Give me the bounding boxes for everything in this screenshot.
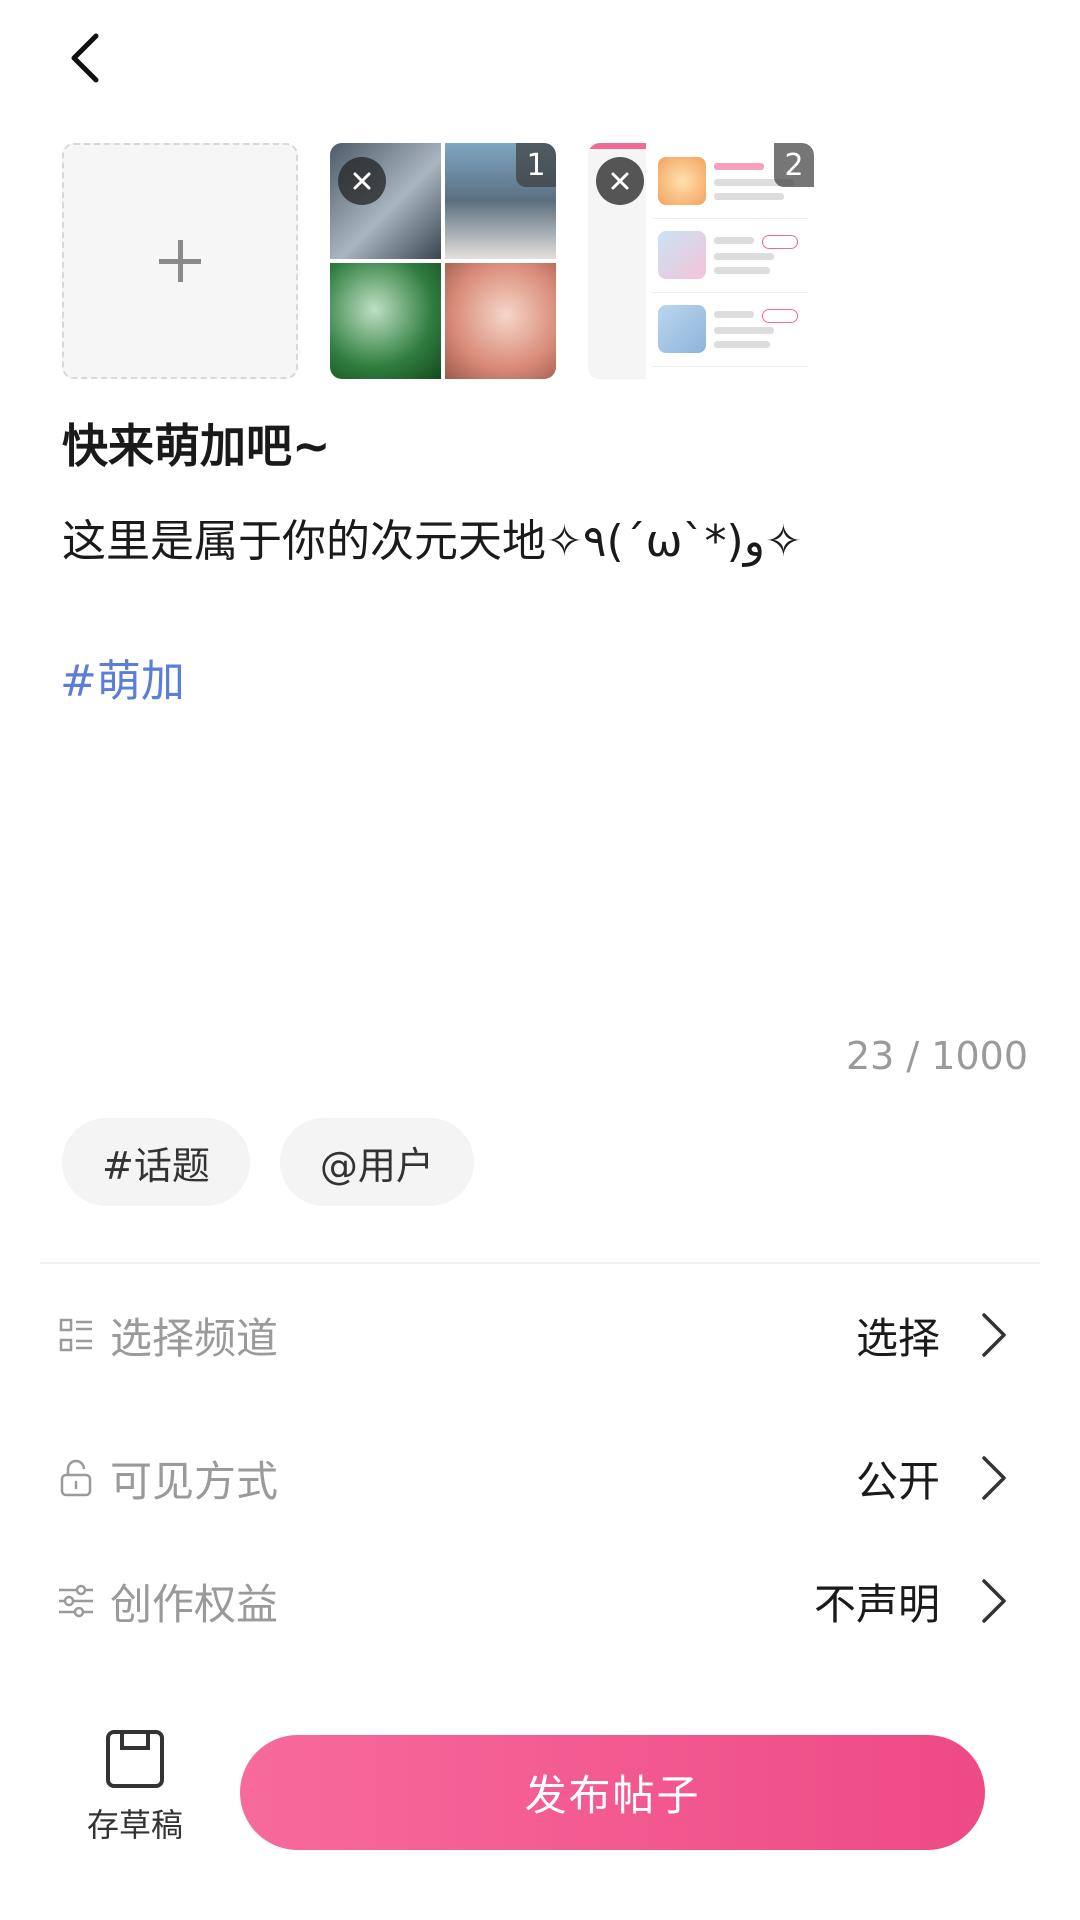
visibility-row[interactable]: 可见方式 公开 [56,1433,1010,1523]
remove-image-button[interactable] [338,157,386,205]
plus-icon [159,240,201,282]
sliders-icon [56,1581,96,1621]
save-draft-label: 存草稿 [86,1806,183,1844]
image-index-badge: 1 [516,143,556,187]
chevron-right-icon [980,1310,1010,1360]
chevron-right-icon [980,1576,1010,1626]
remove-image-button[interactable] [596,157,644,205]
post-body-input[interactable]: 这里是属于你的次元天地✧٩(ˊωˋ*)و✧ [62,505,802,569]
insert-chip-row: #话题 @用户 [62,1118,474,1206]
image-thumbnail[interactable]: 1 [330,143,556,379]
select-channel-row[interactable]: 选择频道 选择 [56,1290,1010,1380]
creation-rights-value: 不声明 [813,1579,940,1629]
creation-rights-row[interactable]: 创作权益 不声明 [56,1556,1010,1646]
visibility-label: 可见方式 [110,1456,279,1506]
chevron-right-icon [980,1453,1010,1503]
image-row: 1 2 [62,143,814,379]
lock-icon [56,1458,96,1498]
chevron-left-icon [71,33,99,83]
post-hashtag[interactable]: #萌加 [60,645,185,709]
image-index-badge: 2 [774,143,814,187]
select-channel-label: 选择频道 [110,1313,279,1363]
image-thumbnail[interactable]: 2 [588,143,814,379]
save-icon [106,1730,164,1788]
select-channel-value: 选择 [855,1313,940,1363]
creation-rights-label: 创作权益 [110,1579,279,1629]
publish-post-button[interactable]: 发布帖子 [240,1735,985,1850]
character-counter: 23 / 1000 [845,1034,1028,1078]
post-title-input[interactable]: 快来萌加吧~ [62,410,331,476]
back-button[interactable] [56,26,112,90]
add-image-button[interactable] [62,143,298,379]
save-draft-button[interactable]: 存草稿 [80,1728,190,1846]
list-grid-icon [56,1315,96,1355]
add-topic-button[interactable]: #话题 [62,1118,250,1206]
close-icon [353,172,371,190]
close-icon [611,172,629,190]
visibility-value: 公开 [855,1456,940,1506]
mention-user-button[interactable]: @用户 [279,1118,474,1206]
divider [40,1262,1040,1264]
